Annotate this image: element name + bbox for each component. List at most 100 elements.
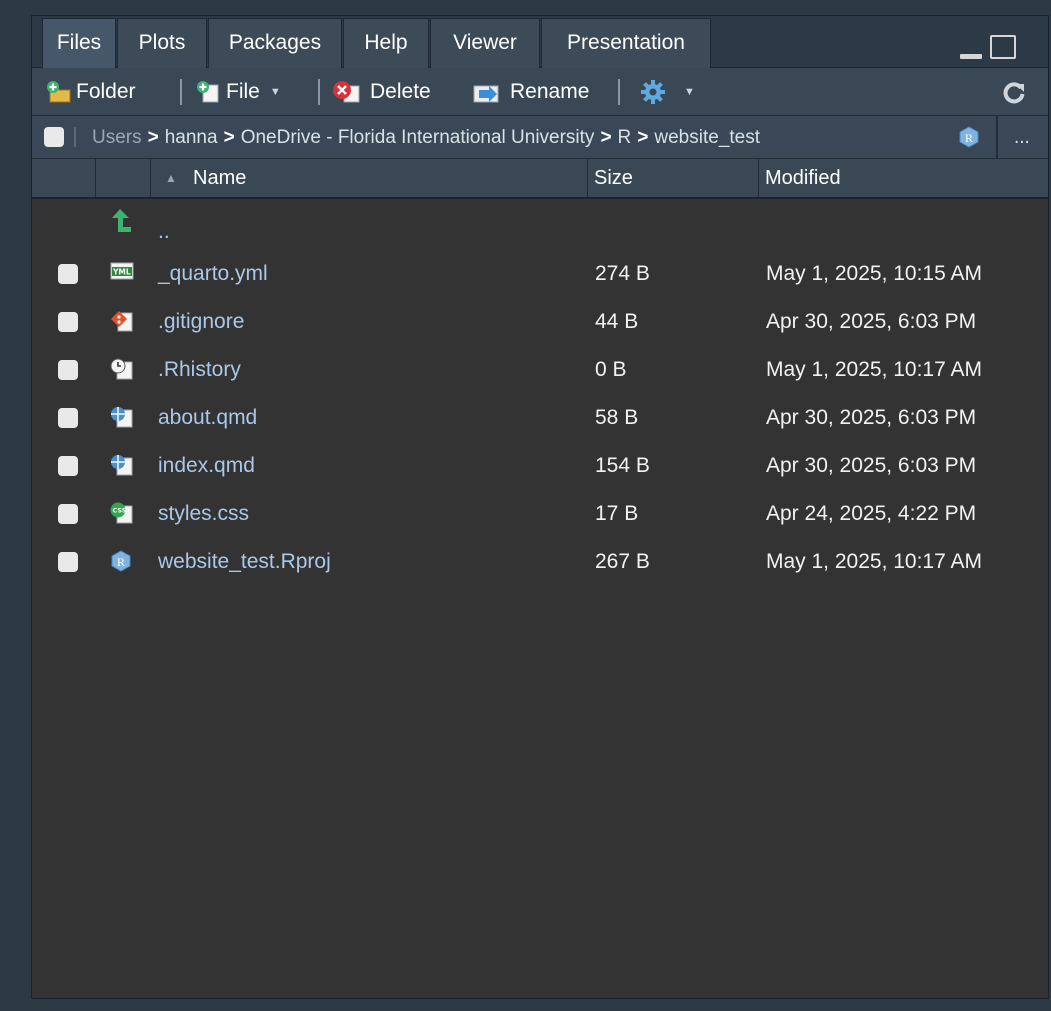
header-modified-label: Modified <box>765 167 841 189</box>
parent-dir-row[interactable]: .. <box>32 202 1048 250</box>
breadcrumb-path: Users > hanna > OneDrive - Florida Internati… <box>92 116 760 159</box>
file-size: 17 B <box>595 502 639 525</box>
refresh-button[interactable] <box>1002 68 1034 116</box>
new-file-icon <box>196 81 219 103</box>
file-name-link[interactable]: styles.css <box>158 490 249 538</box>
chevron-down-icon[interactable]: ▼ <box>684 86 695 98</box>
table-row[interactable]: .Rhistory 0 B May 1, 2025, 10:17 AM <box>32 346 1048 394</box>
file-modified: May 1, 2025, 10:17 AM <box>766 358 982 381</box>
table-header: ▲ Name Size Modified <box>32 159 1048 199</box>
file-size: 0 B <box>595 358 627 381</box>
new-file-label: File <box>226 80 260 103</box>
table-row[interactable]: CSS styles.css 17 B Apr 24, 2025, 4:22 P… <box>32 490 1048 538</box>
file-size: 274 B <box>595 262 650 285</box>
new-folder-button[interactable]: Folder <box>46 68 136 116</box>
maximize-icon[interactable] <box>990 35 1016 59</box>
file-name-link[interactable]: _quarto.yml <box>158 250 268 298</box>
breadcrumb-divider <box>74 127 76 147</box>
tab-files[interactable]: Files <box>42 18 116 68</box>
svg-text:R: R <box>117 555 125 569</box>
delete-label: Delete <box>370 80 431 103</box>
header-name-label: Name <box>193 167 247 189</box>
row-checkbox[interactable] <box>58 552 78 572</box>
breadcrumb-website-test[interactable]: website_test <box>654 127 760 148</box>
file-name-link[interactable]: .Rhistory <box>158 346 241 394</box>
row-checkbox[interactable] <box>58 408 78 428</box>
new-file-button[interactable]: File ▼ <box>196 68 281 116</box>
table-row[interactable]: YML _quarto.yml 274 B May 1, 2025, 10:15… <box>32 250 1048 298</box>
sort-ascending-icon: ▲ <box>165 171 177 185</box>
file-modified: Apr 30, 2025, 6:03 PM <box>766 454 977 477</box>
rename-button[interactable]: Rename <box>472 68 589 116</box>
quarto-icon <box>110 454 133 476</box>
delete-button[interactable]: Delete <box>332 68 431 116</box>
table-row[interactable]: .gitignore 44 B Apr 30, 2025, 6:03 PM <box>32 298 1048 346</box>
file-name-link[interactable]: website_test.Rproj <box>158 538 331 586</box>
new-folder-label: Folder <box>76 80 136 103</box>
quarto-icon <box>110 406 133 428</box>
toolbar-divider <box>318 79 320 105</box>
header-checkbox-col <box>32 159 96 197</box>
refresh-icon <box>1002 80 1026 104</box>
parent-dir-link[interactable]: .. <box>158 208 170 256</box>
chevron-right-icon: > <box>147 127 159 148</box>
svg-text:CSS: CSS <box>113 507 127 515</box>
rproj-icon: R <box>110 550 132 572</box>
chevron-right-icon: > <box>637 127 649 148</box>
header-name[interactable]: ▲ Name <box>151 159 588 197</box>
yml-icon: YML <box>110 262 134 284</box>
file-modified: May 1, 2025, 10:17 AM <box>766 550 982 573</box>
tab-plots[interactable]: Plots <box>117 18 207 68</box>
file-name-link[interactable]: index.qmd <box>158 442 255 490</box>
file-size: 267 B <box>595 550 650 573</box>
row-checkbox[interactable] <box>58 264 78 284</box>
git-icon <box>110 310 133 332</box>
chevron-down-icon[interactable]: ▼ <box>270 86 281 98</box>
breadcrumb-divider <box>996 116 998 159</box>
row-checkbox[interactable] <box>58 504 78 524</box>
file-size: 58 B <box>595 406 639 429</box>
table-row[interactable]: about.qmd 58 B Apr 30, 2025, 6:03 PM <box>32 394 1048 442</box>
breadcrumb: Users > hanna > OneDrive - Florida Internati… <box>32 116 1048 159</box>
tab-help[interactable]: Help <box>343 18 429 68</box>
tab-packages[interactable]: Packages <box>208 18 342 68</box>
table-row[interactable]: index.qmd 154 B Apr 30, 2025, 6:03 PM <box>32 442 1048 490</box>
tab-viewer[interactable]: Viewer <box>430 18 540 68</box>
row-checkbox[interactable] <box>58 360 78 380</box>
header-modified[interactable]: Modified <box>759 159 1048 197</box>
breadcrumb-users[interactable]: Users <box>92 127 142 148</box>
row-checkbox[interactable] <box>58 456 78 476</box>
file-modified: May 1, 2025, 10:15 AM <box>766 262 982 285</box>
file-modified: Apr 30, 2025, 6:03 PM <box>766 310 977 333</box>
files-pane: Files Plots Packages Help Viewer Present… <box>31 15 1049 999</box>
file-modified: Apr 30, 2025, 6:03 PM <box>766 406 977 429</box>
toolbar-divider <box>180 79 182 105</box>
go-up-icon <box>110 208 132 232</box>
toolbar-divider <box>618 79 620 105</box>
more-options-button[interactable]: ▼ <box>640 68 695 116</box>
file-name-link[interactable]: about.qmd <box>158 394 257 442</box>
table-row[interactable]: R website_test.Rproj 267 B May 1, 2025, … <box>32 538 1048 586</box>
history-icon <box>110 358 133 380</box>
tab-presentation[interactable]: Presentation <box>541 18 711 68</box>
file-name-link[interactable]: .gitignore <box>158 298 244 346</box>
gear-icon <box>640 79 666 105</box>
breadcrumb-hanna[interactable]: hanna <box>165 127 218 148</box>
svg-text:R: R <box>965 131 973 145</box>
rproj-icon[interactable]: R <box>958 126 980 148</box>
row-checkbox[interactable] <box>58 312 78 332</box>
breadcrumb-r[interactable]: R <box>618 127 632 148</box>
tab-bar: Files Plots Packages Help Viewer Present… <box>32 16 1048 68</box>
css-icon: CSS <box>110 502 133 524</box>
minimize-icon[interactable] <box>960 54 982 59</box>
header-size[interactable]: Size <box>588 159 759 197</box>
file-modified: Apr 24, 2025, 4:22 PM <box>766 502 977 525</box>
svg-text:YML: YML <box>112 268 131 277</box>
chevron-right-icon: > <box>600 127 612 148</box>
breadcrumb-more-button[interactable]: ... <box>1014 116 1030 159</box>
select-all-checkbox[interactable] <box>44 127 64 147</box>
chevron-right-icon: > <box>223 127 235 148</box>
toolbar: Folder File ▼ Delete Rename ▼ <box>32 68 1048 116</box>
header-icon-col <box>96 159 151 197</box>
breadcrumb-onedrive[interactable]: OneDrive - Florida International Univers… <box>241 127 595 148</box>
